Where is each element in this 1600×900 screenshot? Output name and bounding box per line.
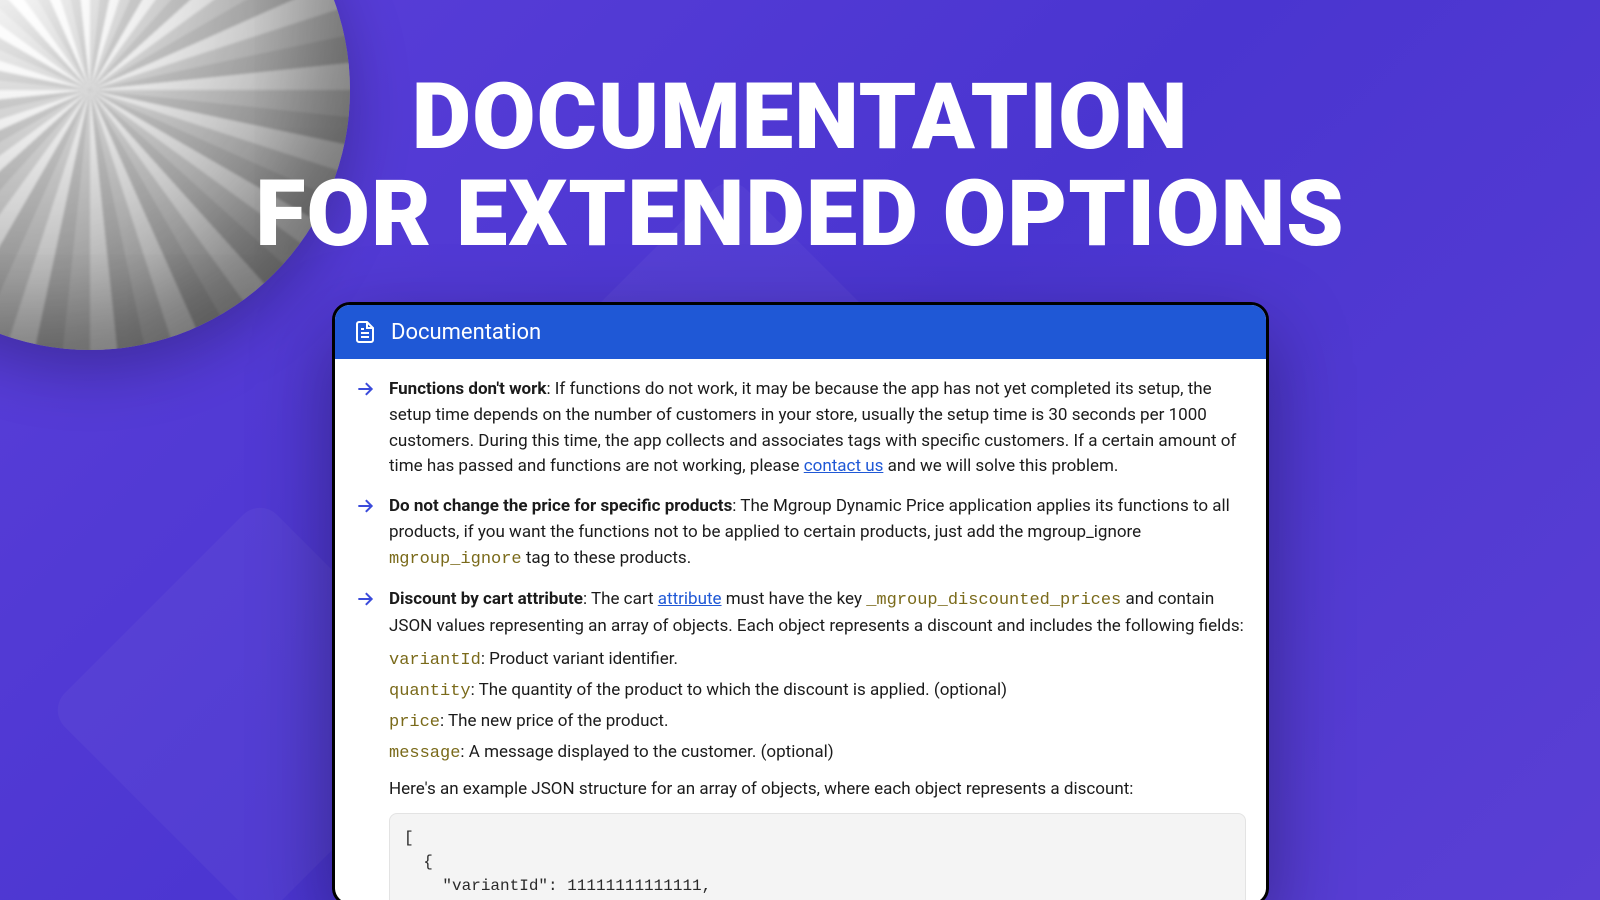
example-lead: Here's an example JSON structure for an … (389, 777, 1246, 803)
arrow-right-icon (355, 379, 375, 399)
field-desc: : Product variant identifier. (481, 649, 678, 669)
item-text: must have the key (722, 589, 867, 609)
item-title: Discount by cart attribute (389, 589, 583, 609)
inline-code: _mgroup_discounted_prices (866, 591, 1121, 610)
field-row: message: A message displayed to the cust… (389, 740, 1246, 767)
field-name: message (389, 744, 460, 763)
doc-item-text: Discount by cart attribute: The cart att… (389, 587, 1246, 640)
field-desc: : A message displayed to the customer. (… (460, 742, 833, 762)
field-name: price (389, 713, 440, 732)
doc-item: Functions don't work: If functions do no… (355, 377, 1246, 480)
doc-item: Discount by cart attribute: The cart att… (355, 587, 1246, 640)
item-title: Do not change the price for specific pro… (389, 496, 732, 516)
hero-line-1: DOCUMENTATION (0, 70, 1600, 167)
field-row: quantity: The quantity of the product to… (389, 678, 1246, 705)
field-row: variantId: Product variant identifier. (389, 647, 1246, 674)
hero-line-2: FOR EXTENDED OPTIONS (0, 167, 1600, 264)
fields-list: variantId: Product variant identifier. q… (389, 647, 1246, 766)
window-header: Documentation (335, 305, 1266, 359)
document-icon (353, 320, 377, 344)
attribute-link[interactable]: attribute (658, 589, 722, 609)
item-title: Functions don't work (389, 379, 546, 399)
arrow-right-icon (355, 496, 375, 516)
hero-title: DOCUMENTATION FOR EXTENDED OPTIONS (0, 70, 1600, 263)
doc-item: Do not change the price for specific pro… (355, 494, 1246, 572)
field-name: variantId (389, 651, 481, 670)
page-background: DOCUMENTATION FOR EXTENDED OPTIONS Docum… (0, 0, 1600, 900)
doc-item-text: Do not change the price for specific pro… (389, 494, 1246, 572)
documentation-window: Documentation Functions don't work: If f… (332, 302, 1269, 900)
contact-us-link[interactable]: contact us (804, 456, 884, 476)
field-desc: : The quantity of the product to which t… (471, 680, 1007, 700)
doc-item-text: Functions don't work: If functions do no… (389, 377, 1246, 480)
arrow-right-icon (355, 589, 375, 609)
field-row: price: The new price of the product. (389, 709, 1246, 736)
item-text: and we will solve this problem. (883, 456, 1118, 476)
inline-code: mgroup_ignore (389, 550, 522, 569)
window-title: Documentation (391, 320, 541, 345)
window-body: Functions don't work: If functions do no… (335, 359, 1266, 900)
item-text: tag to these products. (522, 548, 692, 568)
item-text: : The cart (583, 589, 658, 609)
field-name: quantity (389, 682, 471, 701)
field-desc: : The new price of the product. (440, 711, 668, 731)
code-block: [ { "variantId": 11111111111111, "quanti… (389, 813, 1246, 900)
